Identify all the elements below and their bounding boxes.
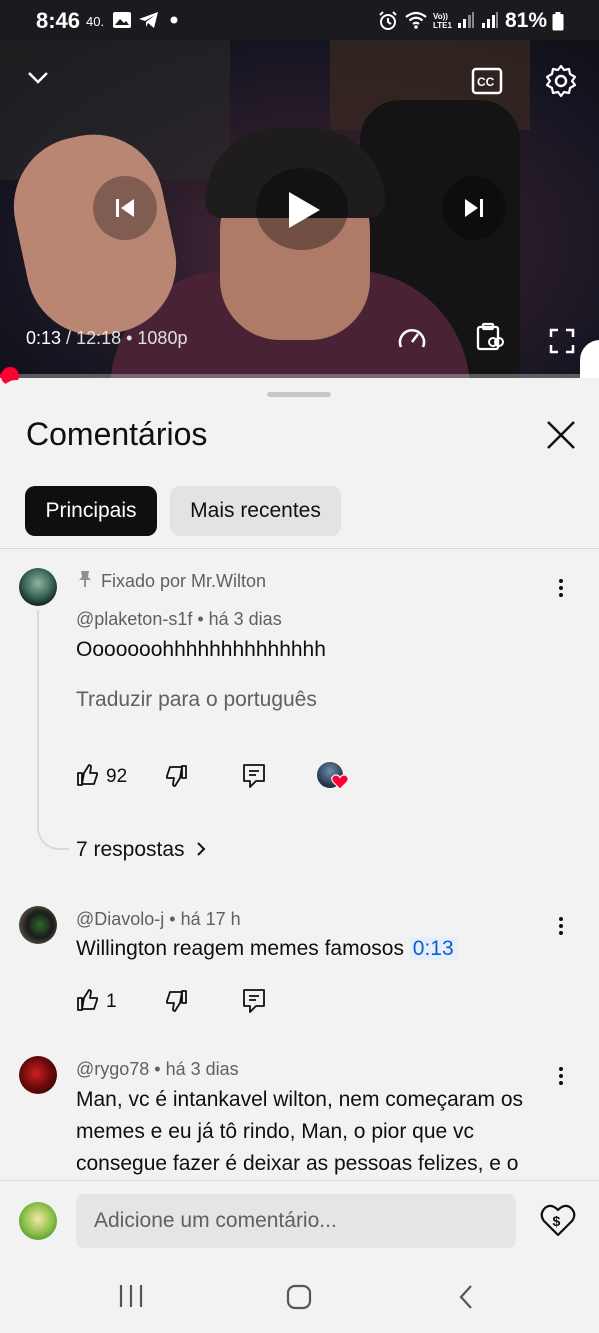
like-icon[interactable] [76,988,100,1012]
battery-icon [552,12,564,31]
dot-icon [170,16,178,24]
comment-body: Willington reagem memes famosos [76,937,404,960]
captions-icon[interactable]: CC [471,67,503,95]
reply-icon[interactable] [242,763,266,789]
comments-sheet: Comentários Principais Mais recentes Fix… [0,380,599,1180]
replies-count: 7 respostas [76,838,185,861]
clip-icon[interactable] [474,322,504,352]
reply-icon[interactable] [242,988,266,1014]
alarm-icon [379,11,397,30]
comment-input[interactable] [76,1194,516,1248]
fullscreen-icon[interactable] [549,328,575,354]
system-nav-bar [0,1260,599,1333]
play-icon [289,192,320,228]
svg-text:$: $ [553,1213,561,1229]
svg-text:LTE1: LTE1 [433,21,453,29]
chip-principais[interactable]: Principais [25,486,157,536]
drag-handle[interactable] [267,392,331,397]
next-icon [465,199,483,217]
image-icon [113,12,131,28]
comment-author[interactable]: @rygo78 • há 3 dias [76,1059,239,1080]
chevron-down-icon[interactable] [26,68,50,86]
more-options-button[interactable] [556,577,566,599]
comment-author[interactable]: @plaketon-s1f • há 3 dias [76,609,282,630]
avatar[interactable] [19,906,57,944]
status-time: 8:46 [36,8,81,33]
divider [0,548,599,549]
settings-icon[interactable] [544,64,578,98]
time-separator: / [61,328,77,348]
video-time: 0:13 / 12:18 • 1080p [26,328,187,349]
home-icon[interactable] [286,1284,312,1310]
comment-text: Ooooooohhhhhhhhhhhhhh [76,638,326,661]
svg-text:CC: CC [477,75,495,89]
like-count: 1 [106,991,117,1012]
previous-icon [116,199,134,217]
my-avatar [19,1202,57,1240]
super-thanks-icon[interactable]: $ [540,1203,576,1237]
signal-icon [458,12,474,28]
next-button[interactable] [442,176,506,240]
more-options-button[interactable] [556,1065,566,1087]
replies-link[interactable]: 7 respostas [76,838,206,862]
avatar[interactable] [19,1056,57,1094]
more-options-button[interactable] [556,915,566,937]
video-progress-bar[interactable] [0,367,599,385]
svg-text:Vo)): Vo)) [433,12,448,21]
timestamp-link[interactable]: 0:13 [409,937,457,960]
close-icon[interactable] [544,418,578,452]
comment-input-bar: $ [0,1180,599,1260]
like-count: 92 [106,766,128,787]
battery-percent: 81% [505,9,548,32]
duration-quality: 12:18 • 1080p [76,328,188,348]
back-icon[interactable] [458,1284,474,1310]
telegram-icon [139,12,158,28]
comment-author[interactable]: @Diavolo-j • há 17 h [76,909,241,930]
status-label: 40. [86,14,105,29]
volte-icon: Vo))LTE1 [433,12,453,29]
wifi-icon [405,11,427,29]
signal-icon [482,12,498,28]
status-bar: 8:46 40. Vo)) LTE1 81% [0,0,599,40]
comment-text: Man, vc é intankavel wilton, nem começar… [76,1088,524,1175]
pin-icon [79,571,91,587]
dislike-icon[interactable] [164,764,188,788]
thread-line [37,610,69,850]
speed-icon[interactable] [397,325,427,351]
comment-text: Willington reagem memes famosos 0:13 [76,933,457,965]
chevron-right-icon [197,842,206,856]
like-icon[interactable] [76,763,100,787]
creator-heart-avatar [317,762,349,790]
translate-link[interactable]: Traduzir para o português [76,688,317,712]
chip-mais-recentes[interactable]: Mais recentes [170,486,341,536]
avatar[interactable] [19,568,57,606]
current-time: 0:13 [26,328,62,348]
edge-panel-handle[interactable] [580,340,599,378]
comment-input-field[interactable] [76,1194,516,1248]
heart-icon [331,774,349,790]
play-button[interactable] [256,168,348,250]
video-player[interactable]: CC 0:13 / 12:18 • 1080p [0,40,599,378]
dislike-icon[interactable] [164,989,188,1013]
sheet-title: Comentários [26,416,208,452]
previous-button[interactable] [93,176,157,240]
recent-apps-icon[interactable] [118,1284,144,1308]
pinned-label: Fixado por Mr.Wilton [101,571,267,591]
